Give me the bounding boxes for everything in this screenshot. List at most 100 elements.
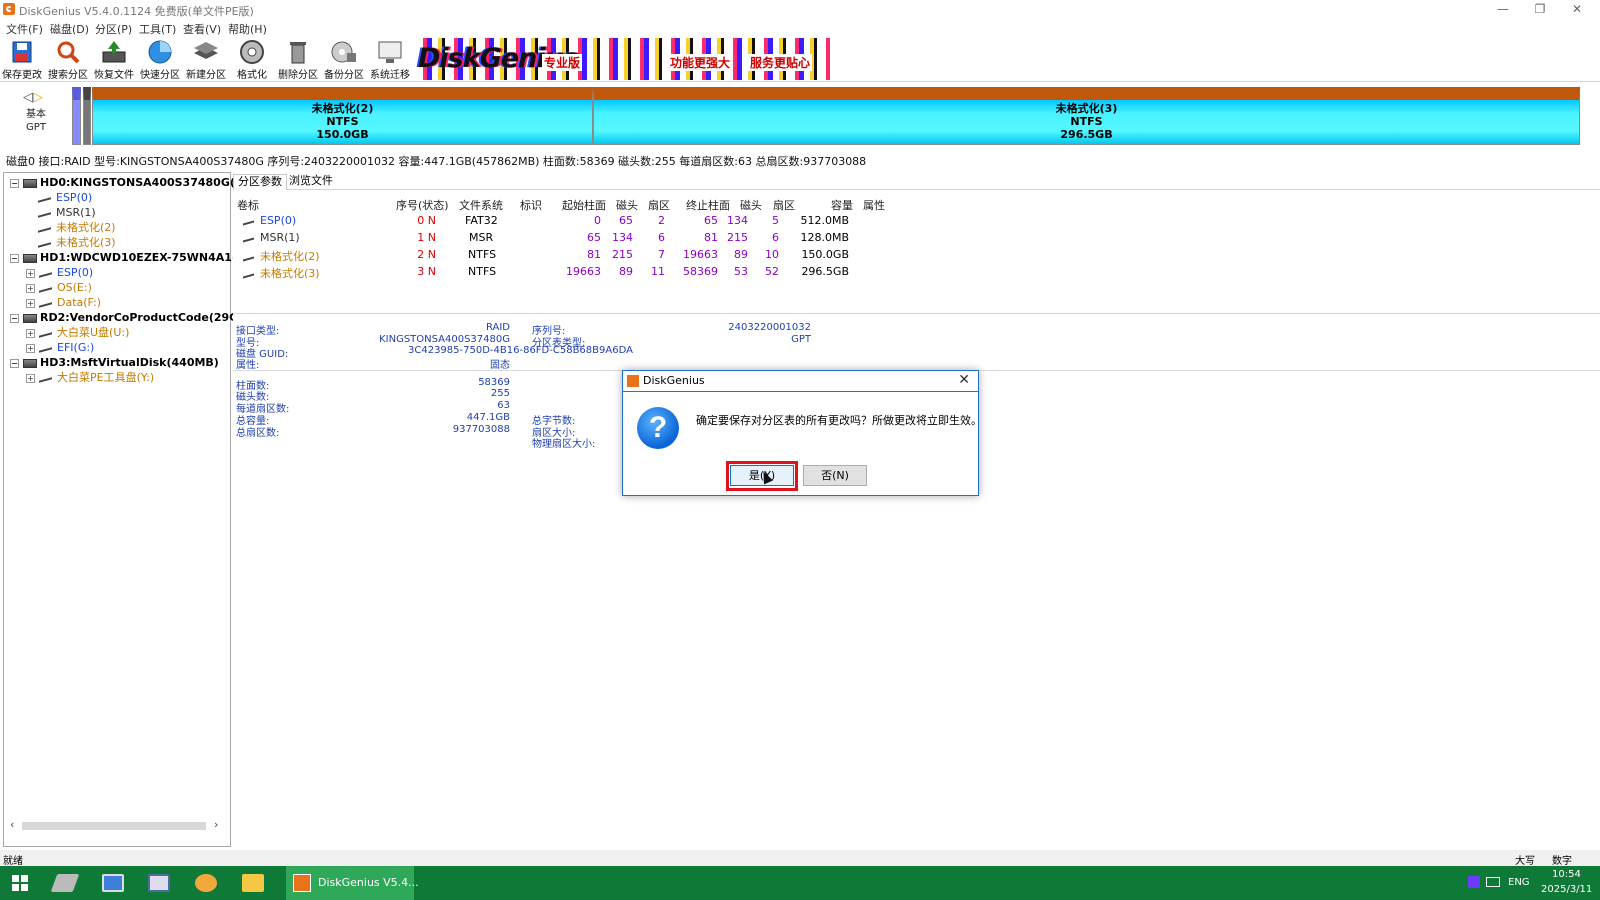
collapse-icon[interactable]: −	[10, 313, 19, 323]
title-bar: DiskGenius V5.4.0.1124 免费版(单文件PE版) — ❐ ✕	[0, 0, 1600, 18]
diskgenius-app-icon	[627, 375, 639, 387]
delete-partition-button[interactable]: 删除分区	[276, 39, 320, 81]
tab-partition-params[interactable]: 分区参数	[233, 174, 287, 190]
menu-help[interactable]: 帮助(H)	[228, 21, 267, 37]
partition-bar-unformatted-3[interactable]: 未格式化(3) NTFS 296.5GB	[593, 87, 1580, 145]
expand-icon[interactable]: +	[26, 343, 35, 353]
disk-info-line: 磁盘0 接口:RAID 型号:KINGSTONSA400S37480G 序列号:…	[6, 155, 867, 168]
computer-icon[interactable]	[102, 874, 124, 892]
file-explorer-icon[interactable]	[242, 874, 264, 892]
col-header-size: 容量	[831, 199, 853, 212]
disk-tree-panel: − HD0:KINGSTONSA400S37480G(44 ESP(0) MSR(…	[3, 172, 252, 847]
tree-item-esp[interactable]: ESP(0)	[38, 191, 92, 205]
partition-bar-unformatted-2[interactable]: 未格式化(2) NTFS 150.0GB	[92, 87, 593, 145]
tray-network-icon[interactable]	[1486, 877, 1500, 887]
partition-icon	[38, 238, 51, 248]
scroll-right-icon[interactable]: ›	[214, 818, 218, 831]
menu-disk[interactable]: 磁盘(D)	[50, 21, 89, 37]
menu-bar: 文件(F) 磁盘(D) 分区(P) 工具(T) 查看(V) 帮助(H)	[0, 18, 1600, 37]
question-icon: ?	[637, 407, 679, 449]
menu-view[interactable]: 查看(V)	[183, 21, 221, 37]
no-button[interactable]: 否(N)	[803, 465, 867, 486]
collapse-icon[interactable]: −	[10, 178, 19, 188]
hard-disk-icon	[23, 313, 37, 323]
windows-start-icon[interactable]	[12, 875, 28, 891]
save-changes-button[interactable]: 保存更改	[0, 39, 44, 81]
minimize-button[interactable]: —	[1488, 1, 1518, 17]
tray-color-icon[interactable]	[1468, 876, 1480, 888]
tree-item-pe-y[interactable]: + 大白菜PE工具盘(Y:)	[26, 371, 154, 385]
caps-indicator: 大写	[1515, 856, 1535, 867]
network-tool-icon[interactable]	[148, 874, 170, 892]
tree-item-efi-g[interactable]: + EFI(G:)	[26, 341, 94, 355]
drive-tool-icon[interactable]	[50, 874, 80, 892]
window-title: DiskGenius V5.4.0.1124 免费版(单文件PE版)	[19, 5, 254, 18]
recover-files-button[interactable]: 恢复文件	[92, 39, 136, 81]
partition-icon	[39, 298, 52, 308]
taskbar-diskgenius[interactable]: DiskGenius V5.4...	[286, 866, 419, 900]
tree-item-unformatted-2[interactable]: 未格式化(2)	[38, 221, 116, 235]
tree-disk-hd3[interactable]: − HD3:MsftVirtualDisk(440MB)	[10, 356, 219, 370]
tree-item-data-f[interactable]: + Data(F:)	[26, 296, 101, 310]
quick-partition-button[interactable]: 快速分区	[138, 39, 182, 81]
clock-time[interactable]: 10:54	[1552, 869, 1581, 880]
col-header-start-sec: 扇区	[648, 199, 670, 212]
search-partition-button[interactable]: 搜索分区	[46, 39, 90, 81]
partition-bar-esp[interactable]	[72, 87, 81, 145]
tree-item-os-e[interactable]: + OS(E:)	[26, 281, 92, 295]
tree-item-usb-u[interactable]: + 大白菜U盘(U:)	[26, 326, 129, 340]
expand-icon[interactable]: +	[26, 283, 35, 293]
expand-icon[interactable]: +	[26, 373, 35, 383]
col-header-end-cyl: 终止柱面	[686, 199, 730, 212]
tree-item-esp-hd1[interactable]: + ESP(0)	[26, 266, 93, 280]
quick-partition-icon	[146, 39, 174, 65]
promo-banner[interactable]: DiskGenius 专业版 功能更强大 服务更贴心	[414, 38, 830, 80]
expand-icon[interactable]: +	[26, 268, 35, 278]
restore-button[interactable]: ❐	[1525, 1, 1555, 17]
migrate-icon	[376, 39, 404, 65]
col-header-id: 标识	[520, 199, 542, 212]
hard-disk-icon	[23, 178, 37, 188]
tree-disk-hd0[interactable]: − HD0:KINGSTONSA400S37480G(44	[10, 176, 250, 190]
language-indicator[interactable]: ENG	[1508, 877, 1530, 888]
col-header-start-head: 磁头	[616, 199, 638, 212]
tree-disk-rd2[interactable]: − RD2:VendorCoProductCode(29GB	[10, 311, 247, 325]
search-tool-icon[interactable]	[195, 874, 217, 892]
partition-detail-panel: 分区参数 浏览文件 卷标 序号(状态) 文件系统 标识 起始柱面 磁头 扇区 终…	[233, 172, 1600, 847]
clock-date[interactable]: 2025/3/11	[1541, 884, 1592, 895]
dialog-message: 确定要保存对分区表的所有更改吗？所做更改将立即生效。	[696, 414, 982, 427]
taskbar: DiskGenius V5.4... ENG 10:54 2025/3/11	[0, 866, 1600, 900]
system-migrate-button[interactable]: 系统迁移	[368, 39, 412, 81]
disk-type-label: 基本 GPT	[26, 109, 46, 133]
menu-tools[interactable]: 工具(T)	[139, 21, 176, 37]
menu-file[interactable]: 文件(F)	[6, 21, 43, 37]
backup-partition-button[interactable]: 备份分区	[322, 39, 366, 81]
collapse-icon[interactable]: −	[10, 253, 19, 263]
tree-horizontal-scrollbar[interactable]: ‹ ›	[8, 818, 223, 832]
tab-browse-files[interactable]: 浏览文件	[285, 174, 337, 190]
scrollbar-thumb[interactable]	[22, 822, 206, 830]
tree-disk-hd1[interactable]: − HD1:WDCWD10EZEX-75WN4A1(93	[10, 251, 252, 265]
disk-nav-arrows[interactable]: ◁▷	[23, 90, 43, 105]
partition-icon	[38, 223, 51, 233]
scroll-left-icon[interactable]: ‹	[10, 818, 14, 831]
partition-icon	[243, 270, 254, 279]
partition-icon	[39, 343, 52, 353]
close-window-button[interactable]: ✕	[1562, 1, 1592, 17]
partition-icon	[38, 193, 51, 203]
tree-item-unformatted-3[interactable]: 未格式化(3)	[38, 236, 116, 250]
new-partition-button[interactable]: 新建分区	[184, 39, 228, 81]
partition-icon	[243, 253, 254, 262]
expand-icon[interactable]: +	[26, 328, 35, 338]
expand-icon[interactable]: +	[26, 298, 35, 308]
format-button[interactable]: 格式化	[230, 39, 274, 81]
menu-partition[interactable]: 分区(P)	[95, 21, 132, 37]
partition-bar-msr[interactable]	[83, 87, 91, 145]
tree-item-msr[interactable]: MSR(1)	[38, 206, 96, 220]
partition-icon	[38, 208, 51, 218]
disk-map: ◁▷ 基本 GPT 未格式化(2) NTFS 150.0GB 未格式化(3) N…	[0, 84, 1600, 148]
num-indicator: 数字	[1552, 856, 1572, 867]
collapse-icon[interactable]: −	[10, 358, 19, 368]
search-icon	[54, 39, 82, 65]
dialog-close-icon[interactable]: ✕	[958, 372, 970, 388]
